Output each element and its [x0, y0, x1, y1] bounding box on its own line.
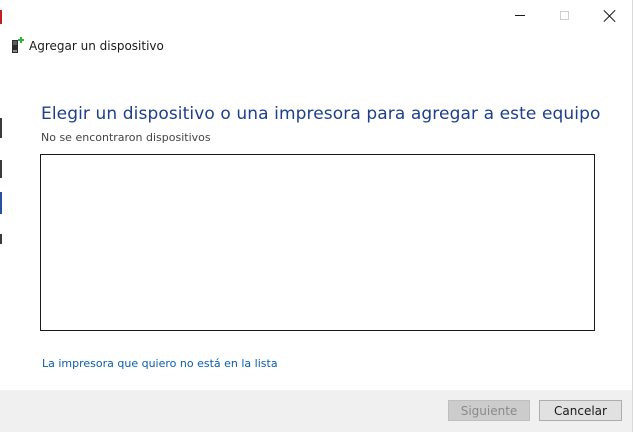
add-device-icon [12, 37, 24, 53]
cancel-button[interactable]: Cancelar [539, 400, 622, 421]
background-edge-mark [0, 192, 2, 214]
device-search-status: No se encontraron dispositivos [41, 131, 211, 144]
close-button[interactable] [587, 0, 633, 31]
background-edge-mark [0, 234, 2, 244]
minimize-button[interactable] [497, 0, 543, 31]
maximize-icon [559, 11, 569, 20]
printer-not-listed-link[interactable]: La impresora que quiero no está en la li… [42, 357, 278, 370]
footer-bar: Siguiente Cancelar [0, 390, 632, 432]
add-device-window: Agregar un dispositivo Elegir un disposi… [0, 0, 633, 432]
maximize-button[interactable] [541, 0, 587, 31]
device-list[interactable] [40, 154, 595, 331]
wizard-header: Agregar un dispositivo [10, 36, 164, 56]
page-heading: Elegir un dispositivo o una impresora pa… [41, 104, 601, 124]
title-bar[interactable] [0, 0, 633, 31]
background-edge-mark [0, 118, 2, 138]
minimize-icon [515, 15, 525, 16]
window-title: Agregar un dispositivo [29, 39, 164, 53]
background-edge-mark [0, 160, 2, 178]
close-icon [604, 10, 616, 22]
next-button[interactable]: Siguiente [448, 400, 530, 421]
